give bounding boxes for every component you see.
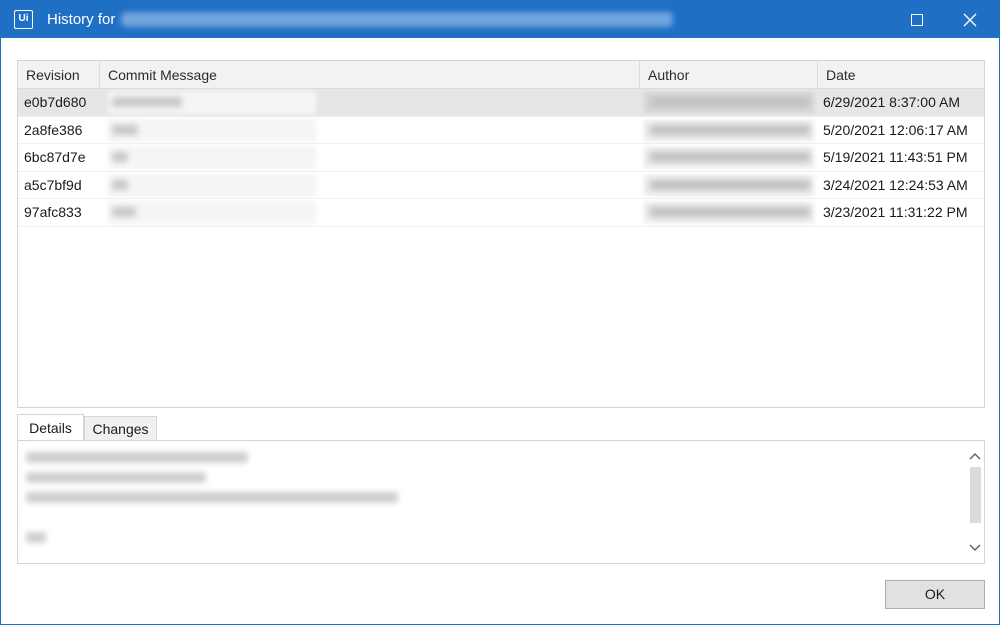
ok-button[interactable]: OK bbox=[885, 580, 985, 609]
table-row[interactable]: 6bc87d7e 5/19/2021 11:43:51 PM bbox=[18, 144, 984, 172]
redacted-author bbox=[644, 147, 814, 168]
revision-cell: 97afc833 bbox=[24, 204, 82, 220]
author-cell bbox=[640, 117, 818, 144]
scroll-thumb[interactable] bbox=[970, 467, 981, 523]
grid-header: Revision Commit Message Author Date bbox=[18, 61, 984, 89]
details-panel[interactable] bbox=[17, 440, 985, 564]
redacted-author bbox=[644, 92, 814, 113]
redacted-message bbox=[108, 173, 316, 197]
tab-details[interactable]: Details bbox=[17, 414, 84, 440]
date-cell: 5/19/2021 11:43:51 PM bbox=[823, 149, 968, 165]
column-header-author[interactable]: Author bbox=[640, 61, 818, 89]
column-header-revision[interactable]: Revision bbox=[18, 61, 100, 89]
revision-cell: 6bc87d7e bbox=[24, 149, 86, 165]
redacted-message bbox=[108, 146, 316, 169]
chevron-up-icon bbox=[969, 453, 981, 460]
close-button[interactable] bbox=[947, 1, 993, 38]
commit-message-cell bbox=[100, 117, 640, 144]
date-cell: 3/23/2021 11:31:22 PM bbox=[823, 204, 968, 220]
scroll-down-button[interactable] bbox=[966, 539, 984, 557]
author-cell bbox=[640, 199, 818, 226]
details-scrollbar[interactable] bbox=[966, 441, 984, 563]
grid-body: e0b7d680 6/29/2021 8:37:00 AM 2a8fe386 5… bbox=[18, 89, 984, 227]
history-grid[interactable]: Revision Commit Message Author Date e0b7… bbox=[17, 60, 985, 408]
app-icon: Ui bbox=[14, 10, 33, 29]
column-header-date[interactable]: Date bbox=[818, 61, 984, 89]
redacted-message bbox=[108, 118, 316, 142]
maximize-button[interactable] bbox=[894, 1, 940, 38]
chevron-down-icon bbox=[969, 544, 981, 551]
maximize-icon bbox=[911, 13, 923, 26]
close-icon bbox=[963, 13, 977, 26]
redacted-author bbox=[644, 202, 814, 223]
history-window: Ui History for Revision Commit Message A… bbox=[0, 0, 1000, 625]
author-cell bbox=[640, 144, 818, 171]
commit-message-cell bbox=[100, 172, 640, 199]
author-cell bbox=[640, 172, 818, 199]
author-cell bbox=[640, 89, 818, 116]
table-row[interactable]: e0b7d680 6/29/2021 8:37:00 AM bbox=[18, 89, 984, 117]
redacted-author-line bbox=[26, 452, 248, 463]
commit-message-cell bbox=[100, 199, 640, 226]
redacted-message bbox=[108, 201, 316, 224]
redacted-revision-line bbox=[26, 492, 398, 503]
window-title: History for bbox=[47, 11, 116, 28]
scroll-up-button[interactable] bbox=[966, 447, 984, 465]
revision-cell: 2a8fe386 bbox=[24, 121, 83, 138]
table-row[interactable]: 97afc833 3/23/2021 11:31:22 PM bbox=[18, 199, 984, 227]
redacted-file-path bbox=[121, 12, 673, 27]
redacted-date-line bbox=[26, 472, 206, 483]
redacted-author bbox=[644, 174, 814, 196]
redacted-author bbox=[644, 119, 814, 141]
revision-cell: a5c7bf9d bbox=[24, 176, 82, 193]
date-cell: 6/29/2021 8:37:00 AM bbox=[823, 94, 960, 110]
commit-message-cell bbox=[100, 144, 640, 171]
revision-cell: e0b7d680 bbox=[24, 94, 87, 110]
redacted-message bbox=[108, 91, 316, 114]
commit-message-cell bbox=[100, 89, 640, 116]
title-bar[interactable]: Ui History for bbox=[1, 1, 999, 38]
table-row[interactable]: a5c7bf9d 3/24/2021 12:24:53 AM bbox=[18, 172, 984, 199]
tab-changes[interactable]: Changes bbox=[84, 416, 157, 440]
date-cell: 5/20/2021 12:06:17 AM bbox=[823, 121, 968, 138]
table-row[interactable]: 2a8fe386 5/20/2021 12:06:17 AM bbox=[18, 117, 984, 144]
column-header-commit-message[interactable]: Commit Message bbox=[100, 61, 640, 89]
redacted-message-line bbox=[26, 532, 46, 543]
date-cell: 3/24/2021 12:24:53 AM bbox=[823, 176, 968, 193]
